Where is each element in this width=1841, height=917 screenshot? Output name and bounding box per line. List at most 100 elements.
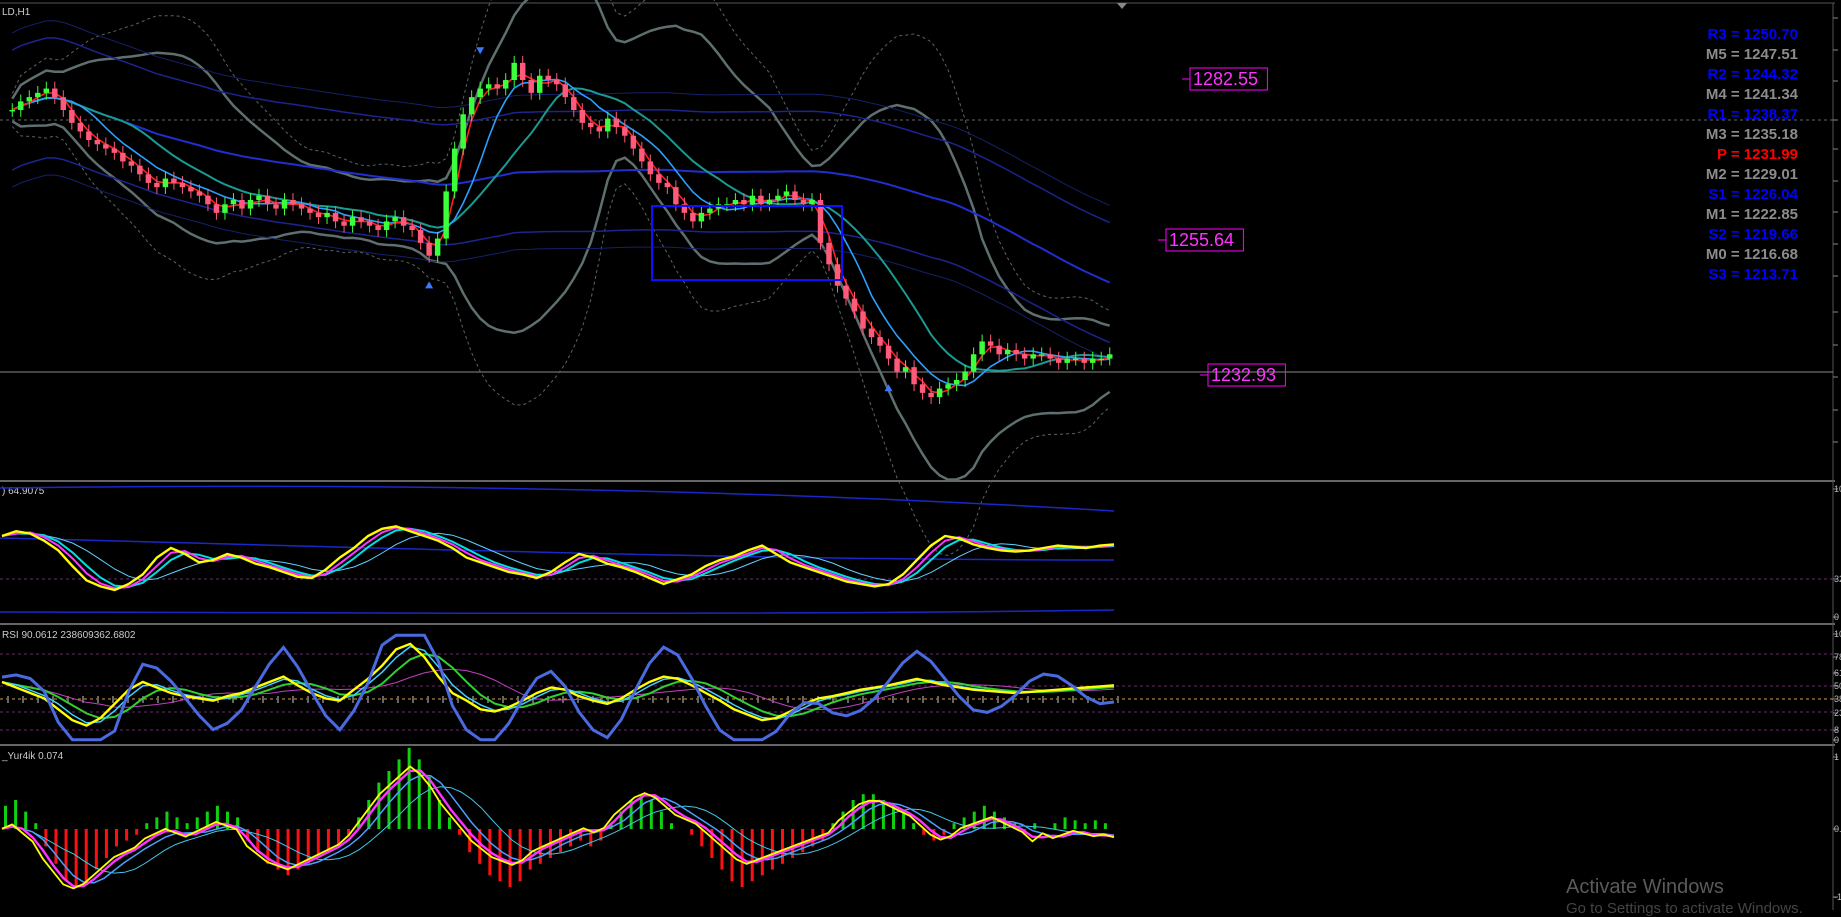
osc3-histogram-bar	[165, 811, 169, 829]
osc3-tick-label: 1	[1834, 752, 1839, 762]
candle-body	[894, 358, 900, 372]
candle-body	[928, 392, 934, 398]
candle-body	[137, 165, 143, 175]
candle-body	[571, 97, 577, 110]
candle-body	[826, 242, 832, 265]
pivot-level-s2: S2 = 1219.66	[1708, 226, 1798, 243]
osc3-histogram-bar	[912, 823, 916, 829]
candle-body	[264, 195, 271, 205]
candle-body	[171, 178, 177, 183]
candle-body	[43, 88, 50, 93]
candle-body	[962, 371, 968, 380]
candle-body	[1072, 358, 1079, 361]
candle-body	[341, 221, 347, 226]
candle-body	[222, 204, 228, 213]
candle-body	[630, 135, 637, 149]
candle-body	[375, 225, 381, 230]
osc2-tick-label: 78	[1834, 652, 1841, 662]
candle-body	[77, 122, 84, 132]
osc3-histogram-bar	[1103, 823, 1107, 829]
candle-body	[468, 97, 475, 115]
candle-body	[707, 208, 713, 213]
osc3-histogram-bar	[407, 747, 411, 829]
candle-body	[1021, 354, 1028, 359]
candle-body	[554, 80, 560, 85]
osc3-histogram-bar	[64, 829, 68, 882]
candle-body	[809, 200, 815, 205]
pivot-level-r3: R3 = 1250.70	[1708, 26, 1799, 43]
osc1-tick-label: 10	[1834, 484, 1841, 494]
candle-body	[537, 75, 543, 93]
candle-body	[775, 195, 781, 200]
candle-body	[188, 187, 194, 192]
candle-body	[690, 212, 696, 222]
candle-body	[562, 84, 568, 98]
osc3-histogram-bar	[185, 823, 189, 829]
candle-body	[426, 242, 432, 256]
candle-body	[247, 200, 254, 209]
pivot-level-m3: M3 = 1235.18	[1706, 126, 1798, 143]
osc3-histogram-bar	[94, 829, 98, 870]
candle-body	[860, 311, 866, 329]
candle-body	[230, 200, 237, 205]
osc3-tick-label: 0.	[1834, 824, 1841, 834]
candle-body	[605, 118, 611, 132]
candle-body	[664, 182, 671, 188]
candle-body	[1004, 350, 1011, 355]
activate-windows-watermark: Activate Windows	[1566, 876, 1724, 898]
candle-body	[358, 217, 364, 222]
osc3-histogram-bar	[518, 829, 522, 882]
candle-body	[179, 182, 186, 188]
pivot-level-m5: M5 = 1247.51	[1706, 46, 1798, 63]
osc3-histogram-bar	[24, 811, 28, 829]
candle-body	[1090, 358, 1096, 363]
candle-body	[86, 131, 92, 140]
osc1-tick-label: 32	[1834, 574, 1841, 584]
candle-body	[9, 110, 15, 112]
candle-body	[349, 217, 356, 226]
candle-body	[145, 174, 152, 183]
osc3-histogram-bar	[1073, 820, 1077, 829]
osc3-histogram-bar	[448, 817, 451, 829]
candle-body	[639, 148, 645, 162]
osc3-histogram-bar	[861, 794, 865, 829]
candle-body	[494, 84, 500, 89]
candle-body	[953, 380, 960, 385]
candle-body	[239, 200, 245, 209]
pivot-level-r2: R2 = 1244.32	[1708, 66, 1799, 83]
trading-chart: LD,H1 ) 64.9075 RSI 90.0612 238609362.68…	[0, 0, 1841, 910]
candle-body	[851, 298, 858, 312]
pivot-level-s3: S3 = 1213.71	[1708, 266, 1798, 283]
candle-body	[35, 92, 41, 98]
osc3-histogram-bar	[84, 829, 88, 882]
osc3-histogram-bar	[54, 829, 58, 864]
osc3-histogram-bar	[1063, 817, 1067, 829]
osc3-histogram-bar	[1083, 823, 1087, 829]
osc3-histogram-bar	[700, 829, 704, 847]
candle-body	[1030, 354, 1036, 359]
candle-body	[834, 264, 841, 286]
osc2-tick-label: 23	[1834, 708, 1841, 718]
pivot-level-m0: M0 = 1216.68	[1706, 246, 1798, 263]
osc3-histogram-bar	[195, 817, 199, 829]
osc3-histogram-bar	[781, 829, 784, 864]
candle-body	[885, 345, 892, 359]
candle-body	[502, 80, 509, 89]
pivot-level-m1: M1 = 1222.85	[1706, 206, 1798, 223]
candle-body	[596, 127, 603, 132]
candle-body	[1038, 354, 1045, 356]
osc3-histogram-bar	[377, 782, 381, 829]
candle-body	[792, 191, 798, 200]
candle-body	[1064, 358, 1070, 363]
candle-body	[1107, 354, 1113, 359]
candle-body	[911, 367, 917, 385]
candle-body	[60, 97, 67, 110]
candle-body	[392, 217, 398, 222]
candle-body	[741, 200, 747, 205]
osc2-tick-label: 10	[1834, 629, 1841, 639]
osc3-panel-title: _Yur4ik 0.074	[1, 751, 64, 762]
candle-body	[673, 187, 679, 205]
candle-body	[205, 195, 211, 205]
pivot-level-p: P = 1231.99	[1717, 146, 1798, 163]
candle-body	[732, 200, 739, 205]
